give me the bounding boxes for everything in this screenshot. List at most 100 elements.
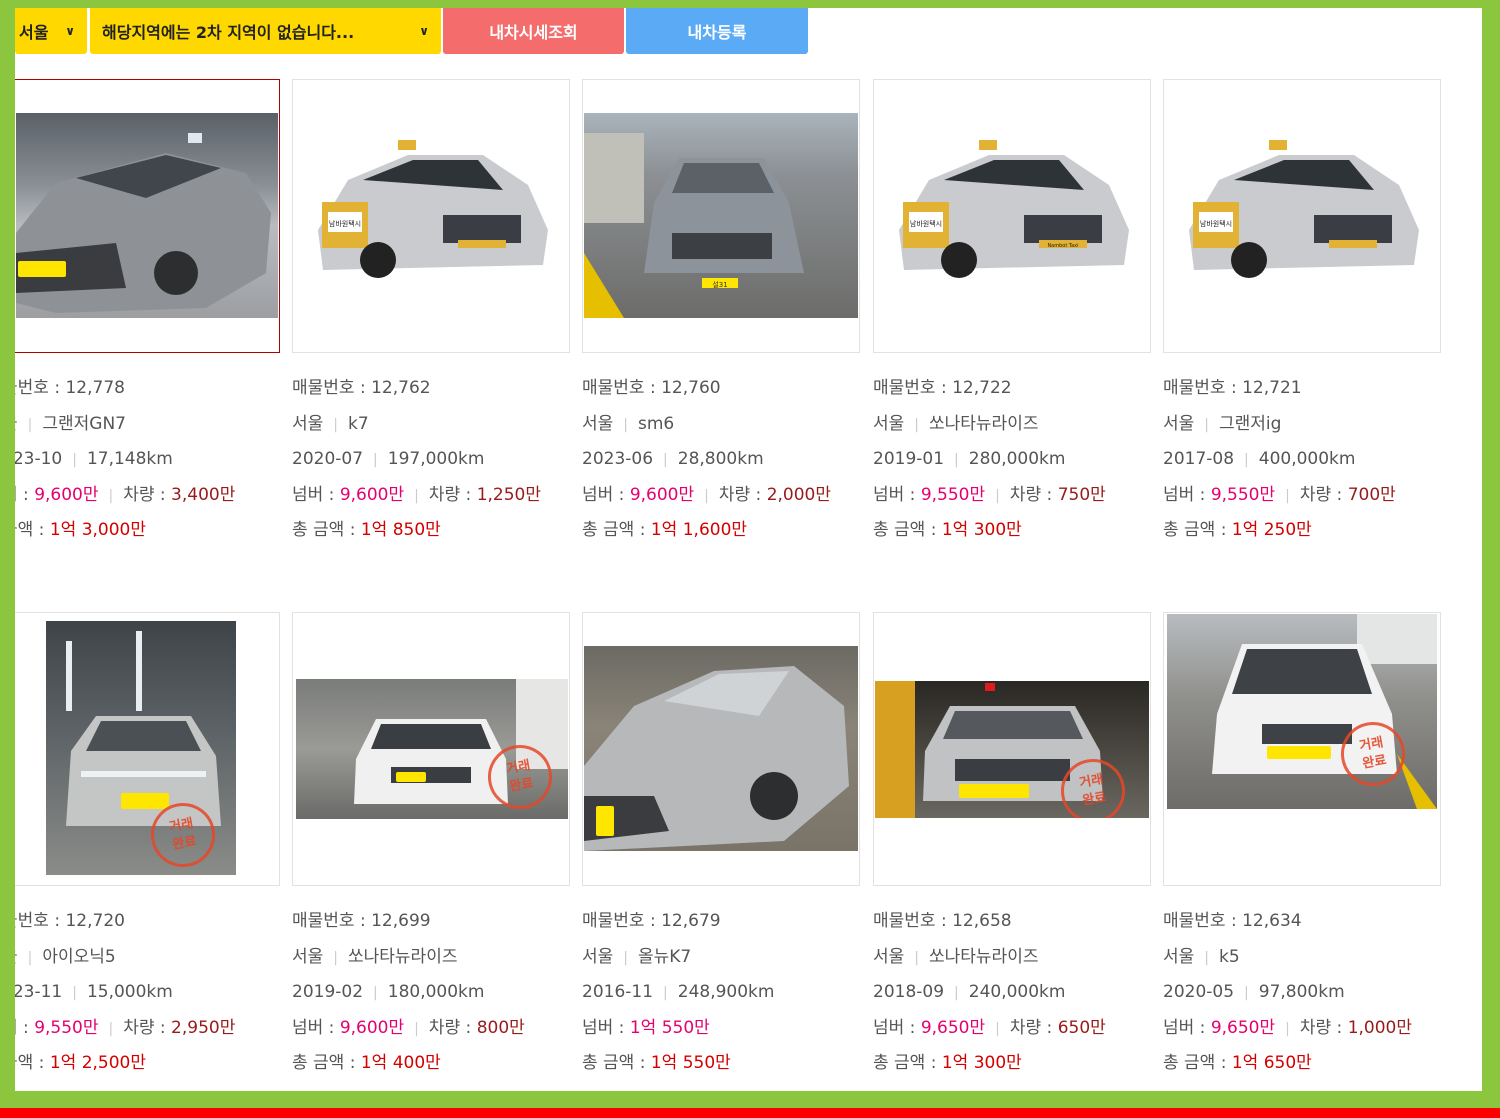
- total: 금액 : 1억 3,000만: [15, 513, 292, 549]
- total: 금액 : 1억 2,500만: [15, 1046, 292, 1082]
- car-price: 800만: [476, 1017, 525, 1038]
- prices: 넘버 : 9,550만 | 차량 : 750만: [873, 478, 1163, 514]
- car-thumbnail[interactable]: 거래 완료: [292, 612, 570, 886]
- car-thumbnail[interactable]: 남바원택시 Nambot Taxi: [873, 79, 1151, 353]
- listing-number: 매물번호 : 12,658: [873, 904, 1163, 940]
- region: 서울: [582, 413, 614, 434]
- listing-id: 12,658: [952, 911, 1012, 931]
- brand-tag-text: Nambot Taxi: [1047, 243, 1078, 249]
- model: 쏘나타뉴라이즈: [929, 946, 1039, 967]
- divider: |: [1204, 949, 1209, 966]
- chevron-down-icon: ∨: [65, 24, 75, 38]
- listing-viewport: 서울 ∨ 해당지역에는 2차 지역이 없습니다... ∨ 내차시세조회 내차등록: [15, 8, 1482, 1091]
- date-mileage: 2017-08 | 400,000km: [1163, 442, 1453, 478]
- label: 차량 :: [1009, 484, 1058, 505]
- prices: 넘버 : 9,600만 | 차량 : 2,000만: [582, 478, 872, 514]
- car-thumbnail[interactable]: 남바원택시: [1163, 79, 1441, 353]
- divider: |: [623, 949, 628, 966]
- total-price: 1억 2,500만: [49, 1053, 146, 1073]
- total-price: 1억 550만: [650, 1053, 731, 1073]
- region: 서울: [873, 946, 905, 967]
- label: 차량 :: [718, 484, 767, 505]
- date-mileage: 2023-06 | 28,800km: [582, 442, 872, 478]
- plate-price: 9,550만: [34, 1017, 99, 1038]
- listing-info: 물번호 : 12,720 울 | 아이오닉5 023-11 | 15,000km 버 :…: [15, 904, 292, 1082]
- divider: |: [108, 1020, 114, 1037]
- total-price: 1억 300만: [941, 520, 1022, 540]
- year-month: 2023-06: [582, 449, 654, 469]
- year-month: 2017-08: [1163, 449, 1235, 469]
- car-price: 3,400만: [171, 484, 236, 505]
- date-mileage: 2016-11 | 248,900km: [582, 975, 872, 1011]
- mileage: 280,000km: [968, 449, 1066, 469]
- model: 그랜저ig: [1219, 413, 1282, 434]
- total: 총 금액 : 1억 650만: [1163, 1046, 1453, 1082]
- date-mileage: 2019-01 | 280,000km: [873, 442, 1163, 478]
- listing-number: 매물번호 : 12,634: [1163, 904, 1453, 940]
- listing-id: 12,721: [1242, 378, 1302, 398]
- car-thumbnail[interactable]: 설31: [582, 79, 860, 353]
- label: 총 금액 :: [1163, 1053, 1232, 1073]
- divider: |: [995, 1020, 1000, 1037]
- car-thumbnail[interactable]: 남바원택시: [292, 79, 570, 353]
- listing-number: 매물번호 : 12,762: [292, 371, 582, 407]
- stamp-text: 완료: [508, 775, 535, 795]
- car-photo: 남바원택시: [308, 140, 554, 290]
- car-thumbnail[interactable]: [582, 612, 860, 886]
- plate-price: 9,650만: [920, 1017, 986, 1038]
- region: 서울: [292, 946, 324, 967]
- prices: 넘버 : 9,600만 | 차량 : 1,250만: [292, 478, 582, 514]
- total-price: 1억 300만: [941, 1053, 1022, 1073]
- plate-price: 9,550만: [1210, 484, 1276, 505]
- region: 서울: [1163, 413, 1195, 434]
- divider: |: [414, 1020, 419, 1037]
- listing-number: 매물번호 : 12,760: [582, 371, 872, 407]
- car-thumbnail[interactable]: 거래 완료: [15, 612, 280, 886]
- mileage: 15,000km: [86, 982, 173, 1002]
- label: 차량 :: [1299, 484, 1348, 505]
- year-month: 2019-01: [873, 449, 945, 469]
- region: 서울: [582, 946, 614, 967]
- label: 총 금액 :: [1163, 520, 1232, 540]
- stamp-text: 완료: [1361, 752, 1388, 772]
- plate-price: 9,600만: [339, 484, 405, 505]
- region-model: 서울 | 올뉴K7: [582, 940, 872, 976]
- total: 총 금액 : 1억 850만: [292, 513, 582, 549]
- car-photo: 거래 완료: [296, 679, 568, 819]
- total-price: 1억 250만: [1231, 520, 1312, 540]
- listing-id: 12,699: [371, 911, 431, 931]
- register-car-button[interactable]: 내차등록: [626, 8, 808, 54]
- car-thumbnail[interactable]: [15, 79, 280, 353]
- divider: |: [373, 452, 378, 468]
- stamp-text: 완료: [171, 833, 198, 853]
- label: 넘버 :: [1163, 484, 1211, 505]
- listing-id: 12,760: [661, 378, 721, 398]
- label: 넘버 :: [582, 484, 630, 505]
- date-mileage: 2020-07 | 197,000km: [292, 442, 582, 478]
- prices: 넘버 : 9,550만 | 차량 : 700만: [1163, 478, 1453, 514]
- divider: |: [954, 452, 959, 468]
- license-plate: [396, 772, 426, 782]
- listing-info: 매물번호 : 12,699 서울 | 쏘나타뉴라이즈 2019-02 | 180,000…: [292, 904, 582, 1082]
- label: 버 :: [15, 1017, 29, 1038]
- label: 총 금액 :: [582, 1053, 651, 1073]
- region: 울: [15, 947, 18, 967]
- subregion-select-value: 해당지역에는 2차 지역이 없습니다...: [102, 23, 355, 42]
- price-check-button[interactable]: 내차시세조회: [443, 8, 624, 54]
- car-thumbnail[interactable]: 거래 완료: [873, 612, 1151, 886]
- year-month: 2016-11: [582, 982, 654, 1002]
- label: 차량 :: [1299, 1017, 1348, 1038]
- region-select[interactable]: 서울 ∨: [15, 8, 87, 54]
- car-photo: 설31: [584, 113, 858, 318]
- mileage: 248,900km: [677, 982, 775, 1002]
- divider: |: [1285, 1020, 1290, 1037]
- divider: |: [414, 487, 419, 504]
- car-thumbnail[interactable]: 거래 완료: [1163, 612, 1441, 886]
- divider: |: [27, 949, 33, 966]
- chevron-down-icon: ∨: [419, 24, 429, 38]
- label: 매물번호 :: [1163, 911, 1243, 931]
- subregion-select[interactable]: 해당지역에는 2차 지역이 없습니다... ∨: [90, 8, 441, 54]
- model: 그랜저GN7: [42, 413, 126, 434]
- listing-number: 매물번호 : 12,699: [292, 904, 582, 940]
- license-plate: [121, 793, 169, 809]
